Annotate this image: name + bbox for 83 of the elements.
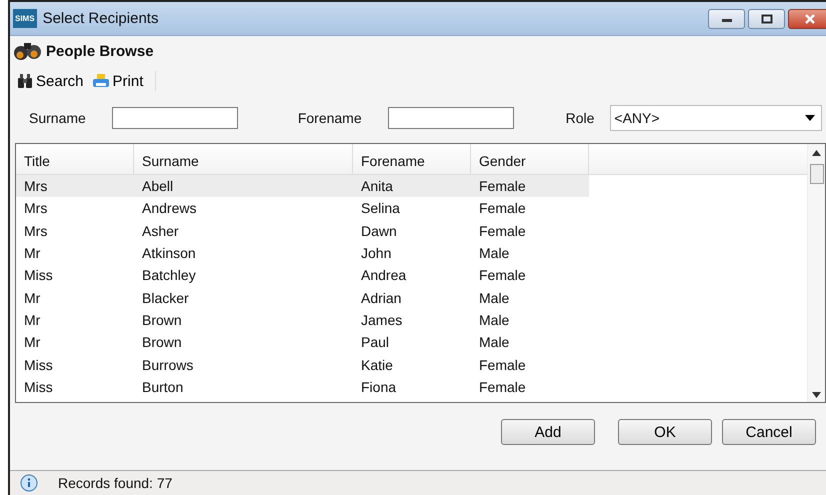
table-cell-text: Mrs	[23, 200, 48, 216]
table-cell-text: John	[360, 245, 392, 262]
scrollbar[interactable]	[807, 144, 825, 402]
table-cell-text: Blacker	[141, 290, 190, 306]
role-dropdown[interactable]: <ANY>	[610, 105, 822, 131]
table-cell-text: Katie	[360, 356, 394, 373]
table-cell-text: Asher	[141, 222, 180, 239]
table-cell-text: Adrian	[360, 290, 402, 306]
table-row[interactable]: Miss Batchley Andrea Female	[16, 264, 589, 286]
scroll-thumb[interactable]	[810, 164, 824, 184]
table-cell-text: Mr	[23, 334, 42, 350]
table-cell-text: Male	[478, 312, 510, 328]
table-cell-text: Burton	[141, 378, 184, 395]
table-cell-text: Atkinson	[141, 245, 197, 262]
binoculars-icon	[12, 40, 42, 62]
maximize-button[interactable]	[748, 8, 785, 28]
binoculars-icon	[17, 73, 33, 89]
table-cell-text: Female	[478, 378, 527, 395]
column-header[interactable]: Title	[16, 144, 134, 174]
table-cell-text: Male	[478, 334, 510, 350]
scroll-up-icon[interactable]	[812, 150, 821, 156]
table-cell-text: Burrows	[141, 356, 194, 373]
table-cell-text: Mrs	[23, 222, 48, 239]
table-cell-text: Male	[478, 290, 510, 306]
column-header[interactable]: Gender	[471, 144, 589, 174]
scroll-down-icon[interactable]	[812, 392, 821, 398]
table-cell-text: Anita	[360, 178, 394, 194]
table-cell-text: Female	[478, 267, 527, 284]
close-button[interactable]	[788, 8, 826, 28]
print-button[interactable]: Print	[90, 72, 146, 90]
table-row[interactable]: Miss Burton Fiona Female	[16, 376, 589, 398]
info-icon	[20, 474, 38, 492]
dialog-button[interactable]: Cancel	[722, 419, 816, 445]
table-row[interactable]: Mrs Andrews Selina Female	[16, 197, 589, 220]
app-badge: SIMS	[13, 9, 37, 28]
surname-field[interactable]	[112, 107, 238, 129]
status-text: Records found: 77	[58, 475, 172, 491]
dialog-button[interactable]: OK	[618, 419, 712, 445]
table-cell-text: Mr	[23, 312, 42, 328]
table-cell-text: Mrs	[23, 178, 48, 194]
table-cell-text: Mr	[23, 290, 42, 306]
table-cell-text: Miss	[23, 267, 54, 284]
table-row[interactable]: Mrs Abell Anita Female	[16, 175, 589, 198]
table-row[interactable]: Mr Brown Paul Male	[16, 331, 589, 354]
table-cell-text: Selina	[360, 200, 401, 216]
table-cell-text: Brown	[141, 312, 183, 328]
table-cell-text: Female	[478, 200, 527, 216]
dialog-button[interactable]: Add	[501, 419, 595, 445]
table-cell-text: James	[360, 312, 404, 328]
table-cell-text: Batchley	[141, 267, 197, 284]
table-row[interactable]: Miss Burrows Katie Female	[16, 353, 589, 376]
table-cell-text: Andrea	[360, 267, 408, 284]
table-cell-text: Female	[478, 222, 527, 239]
table-row[interactable]: Mr Brown James Male	[16, 308, 589, 332]
table-cell-text: Brown	[141, 334, 183, 350]
forename-field[interactable]	[388, 107, 514, 129]
forename-label: Forename	[298, 110, 362, 126]
surname-label: Surname	[29, 110, 86, 126]
table-cell-text: Miss	[23, 378, 54, 395]
maximize-icon	[760, 14, 772, 24]
column-header[interactable]: Forename	[353, 144, 471, 174]
table-cell-text: Mr	[23, 245, 42, 262]
table-cell-text: Female	[478, 178, 527, 194]
table-cell-text: Paul	[360, 334, 390, 350]
table-row[interactable]: Mr Blacker Adrian Male	[16, 286, 589, 309]
section-title: People Browse	[46, 42, 154, 60]
window-title: Select Recipients	[42, 10, 160, 27]
dropdown-arrow-icon	[805, 115, 816, 121]
table-cell-text: Dawn	[360, 222, 398, 239]
role-label: Role	[566, 110, 594, 126]
table-cell-text: Male	[478, 245, 510, 262]
printer-icon	[92, 73, 110, 89]
table-cell-text: Andrews	[141, 200, 198, 216]
table-cell-text: Female	[478, 356, 527, 373]
close-icon	[804, 14, 816, 24]
table-row[interactable]: Mrs Asher Dawn Female	[16, 220, 589, 242]
table-cell-text: Abell	[141, 178, 174, 194]
table-cell-text: Miss	[23, 356, 54, 373]
table-row[interactable]: Mr Atkinson John Male	[16, 242, 589, 264]
minimize-button[interactable]	[708, 8, 745, 28]
search-button[interactable]: Search	[15, 72, 86, 90]
table-cell-text: Fiona	[360, 378, 398, 395]
column-header[interactable]: Surname	[134, 144, 353, 174]
